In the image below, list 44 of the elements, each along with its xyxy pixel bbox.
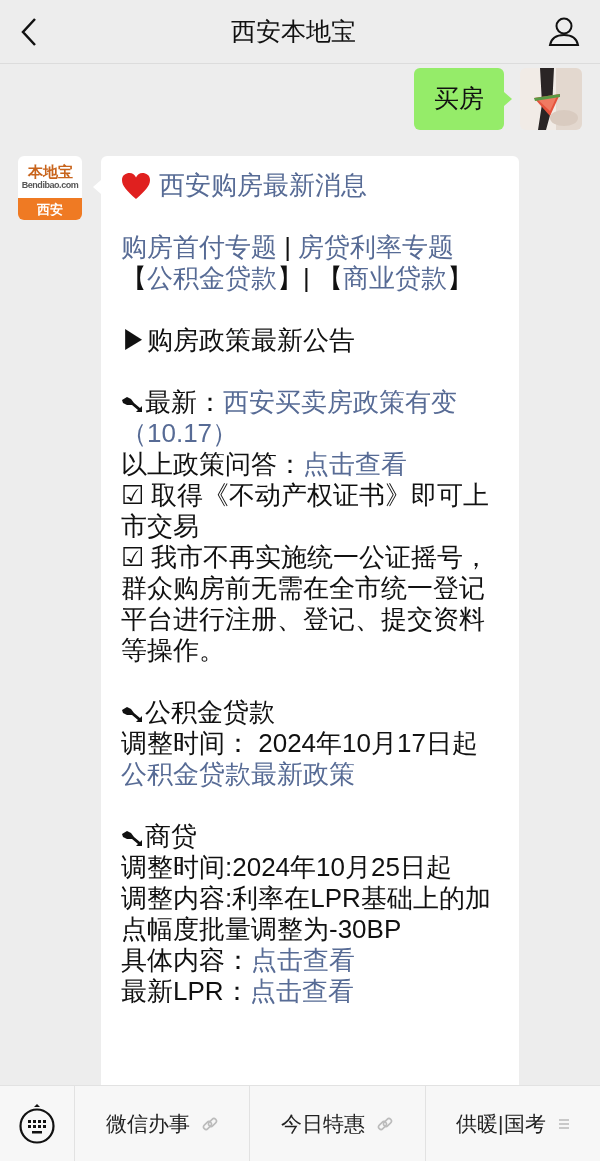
message-text: 以上政策问答： <box>121 449 303 479</box>
message-text: 最新LPR： <box>121 976 250 1006</box>
logo-city: 西安 <box>37 202 63 216</box>
message-text: 】| 【 <box>277 263 343 293</box>
heart-icon <box>121 171 151 200</box>
logo-domain: Bendibao.com <box>21 181 79 190</box>
message-text: 商贷 <box>145 821 197 851</box>
account-avatar[interactable]: 本地宝 Bendibao.com 西安 <box>18 156 82 220</box>
message-text: 调整时间:2024年10月25日起 <box>121 852 452 882</box>
link[interactable]: 房贷利率专题 <box>298 232 455 262</box>
message-text: 】 <box>447 263 473 293</box>
message-text: 调整时间： 2024年10月17日起 <box>121 728 478 758</box>
link[interactable]: 点击查看 <box>303 449 407 479</box>
profile-icon[interactable] <box>548 16 580 47</box>
link[interactable]: 公积金贷款 <box>147 263 277 293</box>
logo-brand: 本地宝 <box>27 164 73 179</box>
link[interactable]: 商业贷款 <box>343 263 447 293</box>
link[interactable]: 点击查看 <box>249 976 354 1006</box>
message-text: 最新： <box>145 387 223 417</box>
sent-message: 买房 <box>414 68 504 130</box>
message-text: 公积金贷款 <box>145 697 275 727</box>
link[interactable]: 西安买卖房政策有变 <box>223 387 457 417</box>
message-title[interactable]: 西安购房最新消息 <box>159 170 367 201</box>
back-icon[interactable] <box>20 16 38 47</box>
chat-title: 西安本地宝 <box>230 15 356 47</box>
message-text: ▶购房政策最新公告 <box>121 325 355 355</box>
menu-item[interactable]: 供暖|国考 <box>425 1086 600 1161</box>
link[interactable]: 点击查看 <box>251 945 355 975</box>
menu-icon <box>557 1117 570 1130</box>
message-text: 调整内容:利率在LPR基础上的加点幅度批量调整为-30BP <box>121 883 491 944</box>
message-text: 具体内容： <box>121 945 251 975</box>
menu-item[interactable]: 今日特惠 <box>250 1086 426 1161</box>
message-text: | <box>283 232 292 262</box>
link[interactable]: 购房首付专题 <box>121 232 277 262</box>
message-text: ☑ 取得《不动产权证书》即可上市交易 <box>121 480 490 541</box>
link-icon <box>202 1115 219 1132</box>
keyboard-icon[interactable] <box>18 1102 56 1145</box>
link[interactable]: 公积金贷款最新政策 <box>121 759 355 789</box>
menu-item[interactable]: 微信办事 <box>75 1086 251 1161</box>
bubble-tail <box>504 92 512 106</box>
link-icon <box>377 1115 394 1132</box>
message-text: ☑ 我市不再实施统一公证摇号，群众购房前无需在全市统一登记平台进行注册、登记、提交资料等操作。 <box>121 542 490 665</box>
message-text: 【 <box>121 263 147 293</box>
link[interactable]: （10.17） <box>121 418 239 448</box>
